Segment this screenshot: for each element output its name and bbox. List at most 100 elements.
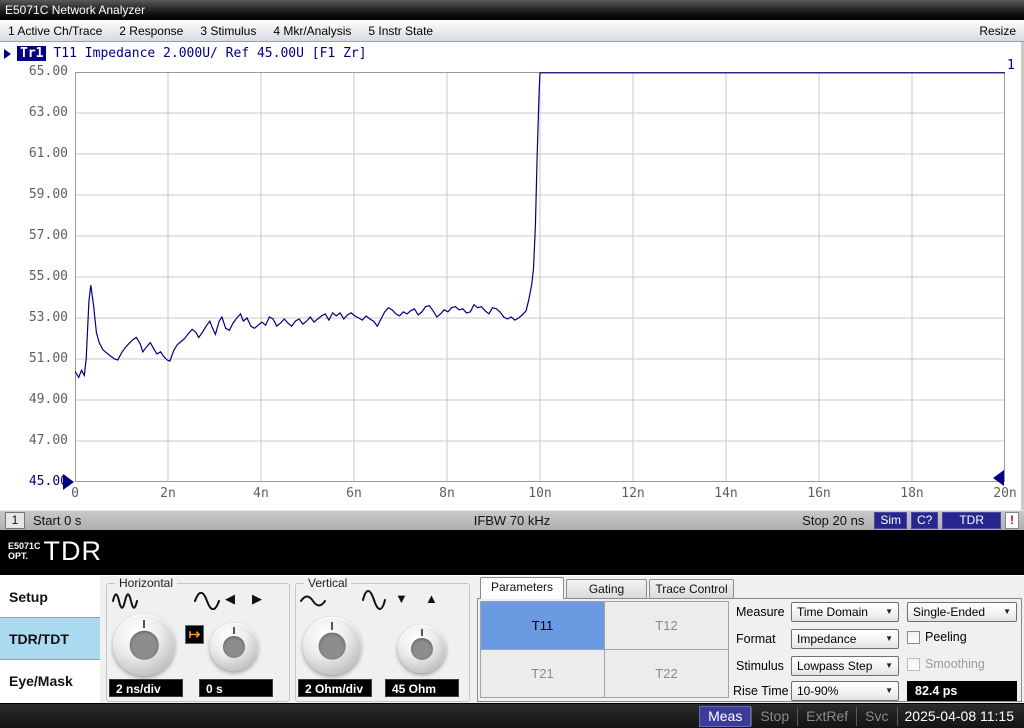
smoothing-checkbox-row: Smoothing <box>907 657 985 671</box>
stop-value: Stop 20 ns <box>802 513 864 528</box>
y-axis-tick-label: 51.00 <box>4 351 68 366</box>
y-axis-tick-label: 63.00 <box>4 105 68 120</box>
topology-dropdown-arrow-icon: ▼ <box>1003 603 1011 621</box>
control-panel: SetupTDR/TDTEye/Mask Horizontal ◀ ▶ ↦ 2 … <box>0 575 1024 703</box>
channel-number-box: 1 <box>5 512 25 529</box>
sine-large-amplitude-icon <box>362 588 386 612</box>
stimulus-dropdown[interactable]: Lowpass Step ▼ <box>791 656 899 676</box>
horizontal-group-label: Horizontal <box>115 576 177 590</box>
sim-badge: Sim <box>874 512 907 529</box>
horizontal-group: Horizontal ◀ ▶ ↦ 2 ns/div 0 s <box>106 583 290 702</box>
menu-item[interactable]: 3 Stimulus <box>200 24 256 38</box>
smoothing-checkbox[interactable] <box>907 658 920 671</box>
ifbw-value: IFBW 70 kHz <box>474 513 551 528</box>
window-title-bar: E5071C Network Analyzer <box>0 0 1024 20</box>
param-t11-button[interactable]: T11 <box>480 601 605 650</box>
menu-item[interactable]: 5 Instr State <box>368 24 433 38</box>
format-dropdown[interactable]: Impedance ▼ <box>791 629 899 649</box>
vertical-group: Vertical ▼ ▲ 2 Ohm/div 45 Ohm <box>295 583 470 702</box>
sidebar-item-tdr-tdt[interactable]: TDR/TDT <box>0 618 100 660</box>
scale-down-icon[interactable]: ▼ <box>395 591 408 607</box>
menu-item-resize[interactable]: Resize <box>979 24 1016 38</box>
param-t21-button[interactable]: T21 <box>480 649 605 698</box>
tab-trace-control[interactable]: Trace Control <box>649 579 734 599</box>
topology-dropdown[interactable]: Single-Ended ▼ <box>907 602 1017 622</box>
scale-up-icon[interactable]: ▲ <box>425 591 438 607</box>
menu-item[interactable]: 1 Active Ch/Trace <box>8 24 102 38</box>
risetime-label: Rise Time <box>733 684 789 698</box>
y-axis-tick-label: 47.00 <box>4 433 68 448</box>
channel-status-bar: 1 Start 0 s IFBW 70 kHz Stop 20 ns Sim C… <box>0 510 1024 530</box>
parameters-tab-content: T11 T12 T21 T22 Measure Time Domain ▼ Si… <box>477 598 1022 702</box>
horizontal-position-knob[interactable] <box>210 623 258 671</box>
start-value: Start 0 s <box>33 513 81 528</box>
sidebar-item-eye-mask[interactable]: Eye/Mask <box>0 660 100 702</box>
stimulus-dropdown-arrow-icon: ▼ <box>885 657 893 675</box>
y-axis-tick-label: 49.00 <box>4 392 68 407</box>
x-axis-tick-label: 0 <box>43 486 107 501</box>
peeling-checkbox-row: Peeling <box>907 630 967 644</box>
window-title: E5071C Network Analyzer <box>5 3 145 17</box>
scroll-right-icon[interactable]: ▶ <box>252 591 262 607</box>
y-axis-tick-label: 57.00 <box>4 228 68 243</box>
reference-level-marker[interactable] <box>63 474 74 490</box>
vertical-scale-value: 2 Ohm/div <box>298 679 372 697</box>
correction-badge: C? <box>911 512 938 529</box>
trace-label-chip[interactable]: Tr1 <box>17 46 46 61</box>
x-axis-tick-label: 14n <box>694 486 758 501</box>
horizontal-offset-button[interactable]: ↦ <box>185 625 204 644</box>
horizontal-scale-knob[interactable] <box>113 614 175 676</box>
tab-parameters[interactable]: Parameters <box>480 577 564 599</box>
alert-badge: ! <box>1005 512 1019 529</box>
stop-status: Stop <box>751 707 797 726</box>
param-t12-button[interactable]: T12 <box>604 601 729 650</box>
x-axis-tick-label: 4n <box>229 486 293 501</box>
horizontal-scale-value: 2 ns/div <box>109 679 183 697</box>
risetime-dropdown[interactable]: 10-90% ▼ <box>791 681 899 701</box>
svc-status: Svc <box>856 707 896 726</box>
format-label: Format <box>736 632 776 646</box>
param-t22-button[interactable]: T22 <box>604 649 729 698</box>
tdr-toolbar: E5071C OPT. TDR Trace1 ▼ AutoScale ▼ Run… <box>0 530 1024 575</box>
y-axis-tick-label: 53.00 <box>4 310 68 325</box>
trace-status-text: T11 Impedance 2.000U/ Ref 45.00U [F1 Zr] <box>53 46 366 61</box>
trace-number-label: 1 <box>1007 58 1015 73</box>
active-trace-arrow-icon <box>4 49 16 59</box>
trace-header: Tr1 T11 Impedance 2.000U/ Ref 45.00U [F1… <box>4 46 367 61</box>
y-axis-tick-label: 61.00 <box>4 146 68 161</box>
logo-opt: OPT. <box>8 551 41 561</box>
sweep-stop-marker <box>993 470 1004 486</box>
menu-bar: 1 Active Ch/Trace 2 Response 3 Stimulus 4 M… <box>0 20 1024 42</box>
logo-app-name: TDR <box>44 537 103 565</box>
risetime-dropdown-arrow-icon: ▼ <box>885 682 893 700</box>
vertical-scale-knob[interactable] <box>303 617 361 675</box>
measure-label: Measure <box>736 605 785 619</box>
mode-sidebar: SetupTDR/TDTEye/Mask <box>0 576 100 704</box>
menu-item[interactable]: 4 Mkr/Analysis <box>273 24 351 38</box>
menu-items: 1 Active Ch/Trace 2 Response 3 Stimulus 4 M… <box>8 24 433 38</box>
measure-dropdown-arrow-icon: ▼ <box>885 603 893 621</box>
smoothing-label: Smoothing <box>925 657 985 671</box>
horizontal-position-value: 0 s <box>199 679 273 697</box>
x-axis-tick-label: 16n <box>787 486 851 501</box>
peeling-label: Peeling <box>925 630 967 644</box>
sine-sparse-icon <box>194 592 220 610</box>
measure-dropdown[interactable]: Time Domain ▼ <box>791 602 899 622</box>
y-axis-tick-label: 59.00 <box>4 187 68 202</box>
x-axis-tick-label: 10n <box>508 486 572 501</box>
meas-status: Meas <box>699 706 751 727</box>
tab-gating[interactable]: Gating <box>566 579 647 599</box>
sidebar-item-setup[interactable]: Setup <box>0 576 100 618</box>
tdr-app-logo: E5071C OPT. TDR <box>8 537 102 565</box>
scroll-left-icon[interactable]: ◀ <box>225 591 235 607</box>
vertical-position-value: 45 Ohm <box>385 679 459 697</box>
x-axis-tick-label: 2n <box>136 486 200 501</box>
vertical-position-knob[interactable] <box>398 625 446 673</box>
peeling-checkbox[interactable] <box>907 631 920 644</box>
risetime-value-display: 82.4 ps <box>907 681 1017 701</box>
sine-small-amplitude-icon <box>300 593 326 609</box>
menu-item[interactable]: 2 Response <box>119 24 183 38</box>
app-window: E5071C Network Analyzer 1 Active Ch/Trac… <box>0 0 1024 728</box>
vertical-group-label: Vertical <box>304 576 351 590</box>
y-axis-tick-label: 65.00 <box>4 64 68 79</box>
